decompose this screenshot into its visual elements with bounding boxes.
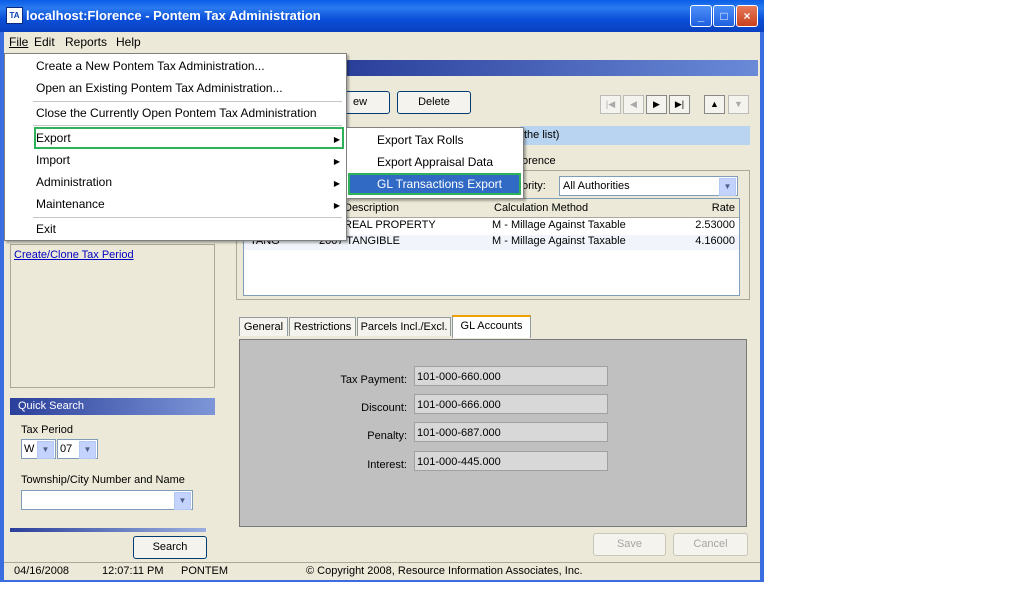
list-hint-bar: the list) [520,126,750,145]
move-down-button[interactable]: ▼ [728,95,749,114]
list-hint-text: the list) [524,129,560,141]
window-title: localhost:Florence - Pontem Tax Administ… [26,8,321,23]
search-button[interactable]: Search [133,536,207,559]
quick-search-title: Quick Search [18,400,85,412]
penalty-label: Penalty: [367,430,407,442]
township-select[interactable]: ▼ [21,490,193,510]
gl-accounts-panel: Tax Payment: 101-000-660.000 Discount: 1… [239,339,747,527]
menu-item-maintenance[interactable]: Maintenance [36,197,105,211]
chevron-down-icon[interactable]: ▼ [79,441,96,459]
submenu-item-tax-rolls[interactable]: Export Tax Rolls [377,133,463,147]
menu-item-administration[interactable]: Administration [36,175,112,189]
maximize-button[interactable]: □ [713,5,735,27]
authority-label: ority: [522,180,546,192]
period-type-value: W [24,443,35,455]
status-time: 12:07:11 PM [102,565,164,577]
status-bar: 04/16/2008 12:07:11 PM PONTEM © Copyrigh… [4,562,760,580]
menu-bar: File Edit Reports Help [4,32,760,52]
menu-item-import[interactable]: Import [36,153,70,167]
penalty-field[interactable]: 101-000-687.000 [414,422,608,442]
chevron-down-icon[interactable]: ▼ [174,492,191,510]
interest-label: Interest: [367,459,407,471]
menu-item-exit[interactable]: Exit [36,222,56,236]
last-record-button[interactable]: ▶| [669,95,690,114]
move-up-button[interactable]: ▲ [704,95,725,114]
period-year-value: 07 [60,443,73,455]
tax-period-label: Tax Period [21,424,73,436]
chevron-down-icon[interactable]: ▼ [37,441,54,459]
first-record-button[interactable]: |◀ [600,95,621,114]
save-button[interactable]: Save [593,533,666,556]
left-panel: Create/Clone Tax Period [10,244,215,388]
tab-restrictions[interactable]: Restrictions [289,317,356,336]
authority-select[interactable]: All Authorities ▼ [559,176,738,196]
authority-name: orence [522,155,556,167]
period-type-select[interactable]: W ▼ [21,439,56,459]
tax-payment-label: Tax Payment: [340,374,407,386]
row-method: M - Millage Against Taxable [492,235,626,247]
col-rate[interactable]: Rate [712,202,735,214]
menu-item-open[interactable]: Open an Existing Pontem Tax Administrati… [36,81,283,95]
create-clone-link[interactable]: Create/Clone Tax Period [14,249,134,261]
cancel-button[interactable]: Cancel [673,533,748,556]
export-submenu: Export Tax Rolls Export Appraisal Data G… [346,127,524,199]
header-band [346,60,758,76]
delete-button[interactable]: Delete [397,91,471,114]
close-button[interactable]: × [736,5,758,27]
menu-edit[interactable]: Edit [34,35,55,49]
menu-separator [33,101,342,102]
row-description: REAL PROPERTY [344,219,436,231]
col-calc-method[interactable]: Calculation Method [494,202,588,214]
interest-field[interactable]: 101-000-445.000 [414,451,608,471]
divider [10,528,206,532]
tab-parcels[interactable]: Parcels Incl./Excl. [357,317,451,336]
discount-label: Discount: [361,402,407,414]
tab-gl-accounts[interactable]: GL Accounts [452,315,531,338]
status-copyright: © Copyright 2008, Resource Information A… [306,565,583,577]
minimize-button[interactable]: _ [690,5,712,27]
discount-field[interactable]: 101-000-666.000 [414,394,608,414]
submenu-item-gl-transactions[interactable]: GL Transactions Export [377,177,502,191]
file-menu: Create a New Pontem Tax Administration..… [4,53,347,241]
row-method: M - Millage Against Taxable [492,219,626,231]
tab-general[interactable]: General [239,317,288,336]
export-highlight [34,127,344,149]
township-label: Township/City Number and Name [21,474,185,486]
menu-item-close[interactable]: Close the Currently Open Pontem Tax Admi… [36,106,317,120]
menu-reports[interactable]: Reports [65,35,107,49]
menu-item-create[interactable]: Create a New Pontem Tax Administration..… [36,59,265,73]
row-rate: 4.16000 [695,235,735,247]
app-icon: TA [6,7,23,24]
submenu-arrow-icon: ▶ [333,157,340,166]
submenu-arrow-icon: ▶ [333,135,340,144]
next-record-button[interactable]: ▶ [646,95,667,114]
status-user: PONTEM [181,565,229,577]
menu-file[interactable]: File [9,35,28,49]
menu-item-export[interactable]: Export [36,131,71,145]
menu-separator [33,125,342,126]
authority-select-value: All Authorities [563,180,630,192]
menu-separator [33,217,342,218]
prev-record-button[interactable]: ◀ [623,95,644,114]
row-rate: 2.53000 [695,219,735,231]
period-year-select[interactable]: 07 ▼ [57,439,98,459]
quick-search-header: Quick Search [10,398,215,415]
title-bar[interactable]: TA localhost:Florence - Pontem Tax Admin… [0,0,764,32]
tax-payment-field[interactable]: 101-000-660.000 [414,366,608,386]
submenu-arrow-icon: ▶ [333,179,340,188]
menu-help[interactable]: Help [116,35,141,49]
submenu-item-appraisal[interactable]: Export Appraisal Data [377,155,493,169]
status-date: 04/16/2008 [14,565,70,577]
col-description[interactable]: Description [344,202,399,214]
submenu-arrow-icon: ▶ [333,201,340,210]
chevron-down-icon[interactable]: ▼ [719,178,736,196]
